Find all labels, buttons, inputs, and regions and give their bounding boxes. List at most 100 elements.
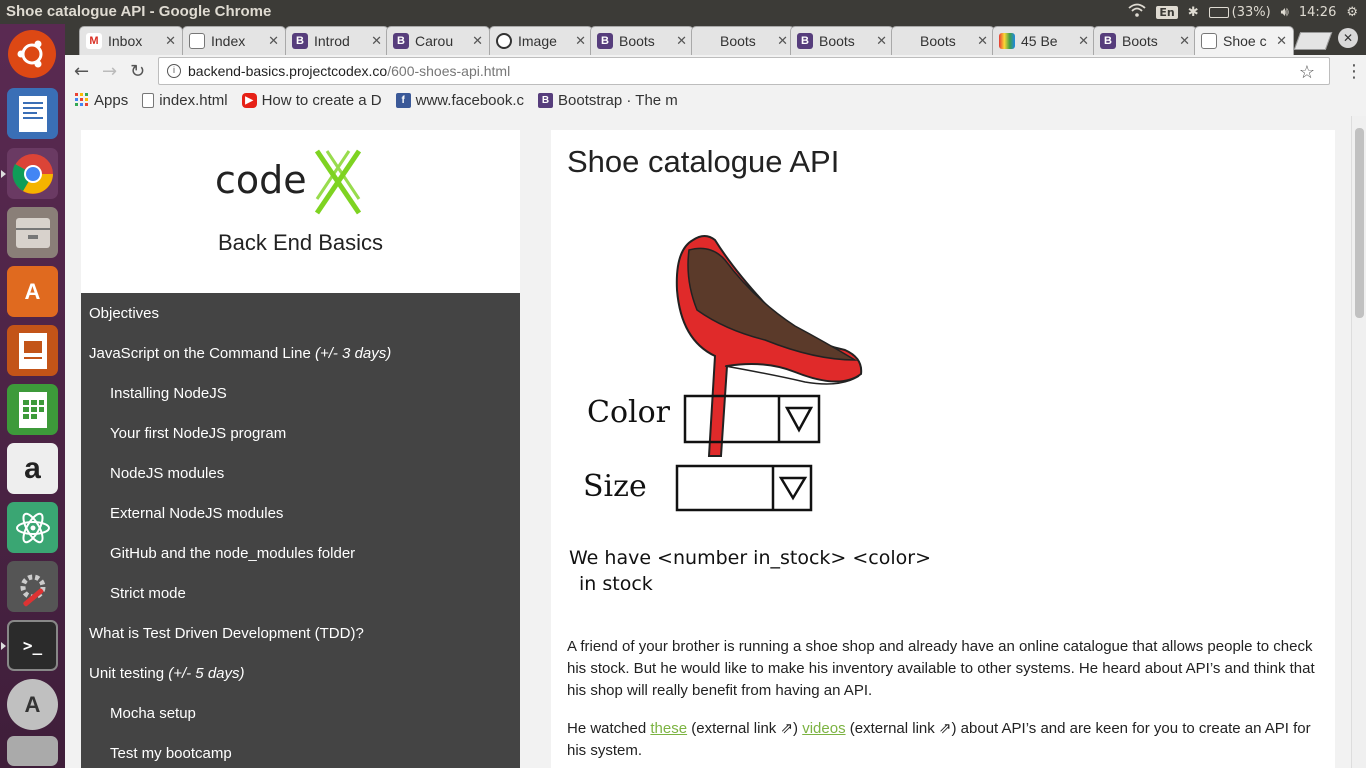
bookmark-youtube[interactable]: ▶ How to create a D: [241, 92, 382, 109]
url-path: /600-shoes-api.html: [387, 63, 511, 79]
battery-indicator[interactable]: (33%): [1208, 4, 1271, 20]
nav-item-external-nodejs-modules[interactable]: External NodeJS modules: [110, 505, 283, 522]
window-close-button[interactable]: ✕: [1338, 28, 1358, 48]
back-arrow-icon[interactable]: ←: [74, 61, 89, 82]
page-title: Shoe catalogue API: [567, 144, 840, 179]
bookmark-index[interactable]: index.html: [142, 92, 228, 109]
volume-icon[interactable]: 🔊︎: [1281, 5, 1289, 20]
tab-inbox[interactable]: M Inbox ✕: [79, 26, 183, 55]
close-icon[interactable]: ✕: [777, 33, 788, 49]
nav-item-objectives[interactable]: Objectives: [89, 305, 159, 322]
web-page: code Back End Basics Objectives JavaScri…: [65, 116, 1351, 768]
bookmark-star-icon[interactable]: ☆: [1299, 62, 1315, 83]
close-icon[interactable]: ✕: [977, 33, 988, 49]
tab-45-best[interactable]: 45 Be ✕: [992, 26, 1096, 55]
tab-boots-5[interactable]: B Boots ✕: [1093, 26, 1197, 55]
doc-icon: [1201, 33, 1217, 49]
close-icon[interactable]: ✕: [371, 33, 382, 49]
keyboard-layout-indicator[interactable]: En: [1156, 5, 1178, 19]
close-icon[interactable]: ✕: [575, 33, 586, 49]
close-icon[interactable]: ✕: [268, 33, 279, 49]
close-icon[interactable]: ✕: [676, 33, 687, 49]
tab-carou[interactable]: B Carou ✕: [386, 26, 490, 55]
close-icon[interactable]: ✕: [876, 33, 887, 49]
system-settings-icon[interactable]: [7, 561, 58, 612]
shoe-catalogue-sketch: Color Size We have <number in_stock> <co…: [569, 235, 931, 590]
url-host: backend-basics.projectcodex.co: [188, 63, 388, 79]
gear-icon[interactable]: ⚙: [1346, 5, 1358, 20]
size-select-sketch: [675, 464, 813, 512]
software-center-icon[interactable]: A: [7, 266, 58, 317]
bootstrap-icon: B: [292, 33, 308, 49]
nav-item-tdd[interactable]: What is Test Driven Development (TDD)?: [89, 625, 364, 642]
nav-item-javascript-command-line[interactable]: JavaScript on the Command Line (+/- 3 da…: [89, 345, 391, 362]
close-icon[interactable]: ✕: [165, 33, 176, 49]
software-updater-icon[interactable]: A: [7, 679, 58, 730]
address-bar[interactable]: i backend-basics.projectcodex.co/600-sho…: [158, 57, 1330, 85]
image-icon: [496, 33, 512, 49]
tab-index[interactable]: Index ✕: [182, 26, 286, 55]
new-tab-button[interactable]: [1293, 32, 1333, 50]
tab-shoe-catalogue[interactable]: Shoe c ✕: [1194, 26, 1294, 55]
tab-image[interactable]: Image ✕: [489, 26, 593, 55]
files-icon[interactable]: [7, 207, 58, 258]
nav-item-test-my-bootcamp[interactable]: Test my bootcamp: [110, 745, 232, 762]
calc-icon[interactable]: [7, 384, 58, 435]
scrollbar-thumb[interactable]: [1355, 128, 1364, 318]
writer-icon[interactable]: [7, 88, 58, 139]
chrome-icon[interactable]: [7, 148, 58, 199]
tab-boots-3[interactable]: B Boots ✕: [790, 26, 894, 55]
these-link[interactable]: these: [650, 720, 687, 737]
bootstrap-icon: B: [393, 33, 409, 49]
tab-boots-2[interactable]: Boots ✕: [691, 26, 795, 55]
main-content: Shoe catalogue API Color Size We have <n…: [551, 130, 1335, 768]
tab-boots-1[interactable]: B Boots ✕: [590, 26, 694, 55]
clock[interactable]: 14:26: [1299, 5, 1336, 20]
nav-item-nodejs-modules[interactable]: NodeJS modules: [110, 465, 224, 482]
ubuntu-dash-icon[interactable]: [8, 30, 56, 78]
colorful-icon: [999, 33, 1015, 49]
atom-icon[interactable]: [7, 502, 58, 553]
wifi-icon[interactable]: [1128, 3, 1146, 21]
battery-percent: (33%): [1231, 4, 1271, 20]
close-icon[interactable]: ✕: [1276, 33, 1287, 49]
impress-icon[interactable]: [7, 325, 58, 376]
browser-toolbar: ← → ↻ i backend-basics.projectcodex.co/6…: [65, 55, 1366, 87]
trash-icon[interactable]: [7, 736, 58, 766]
nav-item-unit-testing[interactable]: Unit testing (+/- 5 days): [89, 665, 245, 682]
bluetooth-icon[interactable]: ✱: [1188, 5, 1199, 20]
bootstrap-icon: B: [597, 33, 613, 49]
apps-grid-icon: [75, 93, 88, 106]
nav-item-mocha-setup[interactable]: Mocha setup: [110, 705, 196, 722]
reload-icon[interactable]: ↻: [130, 61, 145, 82]
nav-item-first-nodejs-program[interactable]: Your first NodeJS program: [110, 425, 286, 442]
course-title: Back End Basics: [217, 230, 384, 255]
videos-link[interactable]: videos: [802, 720, 845, 737]
tab-strip: M Inbox ✕ Index ✕ B Introd ✕ B Carou ✕ Image ✕ B…: [65, 24, 1366, 55]
sketch-stock-line-2: in stock: [579, 573, 653, 590]
bookmark-bootstrap[interactable]: B Bootstrap · The m: [538, 92, 678, 109]
nav-item-installing-nodejs[interactable]: Installing NodeJS: [110, 385, 227, 402]
sidebar: code Back End Basics Objectives JavaScri…: [81, 130, 520, 768]
running-indicator: [1, 642, 6, 650]
chrome-menu-icon[interactable]: ⋮: [1345, 61, 1363, 82]
info-icon[interactable]: i: [167, 64, 181, 78]
close-icon[interactable]: ✕: [472, 33, 483, 49]
nav-item-github-node-modules[interactable]: GitHub and the node_modules folder: [110, 545, 355, 562]
bootstrap-icon: B: [797, 33, 813, 49]
bookmark-facebook[interactable]: f www.facebook.c: [395, 92, 524, 109]
nav-item-strict-mode[interactable]: Strict mode: [110, 585, 186, 602]
color-select-sketch: [683, 394, 821, 444]
tab-introd[interactable]: B Introd ✕: [285, 26, 389, 55]
gmail-icon: M: [86, 33, 102, 49]
terminal-icon[interactable]: >_: [7, 620, 58, 671]
page-scrollbar[interactable]: [1351, 116, 1366, 768]
close-icon[interactable]: ✕: [1078, 33, 1089, 49]
codex-x-logo-icon: [314, 149, 362, 215]
intro-paragraph: A friend of your brother is running a sh…: [567, 638, 1315, 699]
bookmark-apps[interactable]: Apps: [75, 92, 128, 109]
tab-boots-4[interactable]: Boots ✕: [891, 26, 995, 55]
close-icon[interactable]: ✕: [1179, 33, 1190, 49]
forward-arrow-icon[interactable]: →: [102, 61, 117, 82]
amazon-icon[interactable]: a: [7, 443, 58, 494]
